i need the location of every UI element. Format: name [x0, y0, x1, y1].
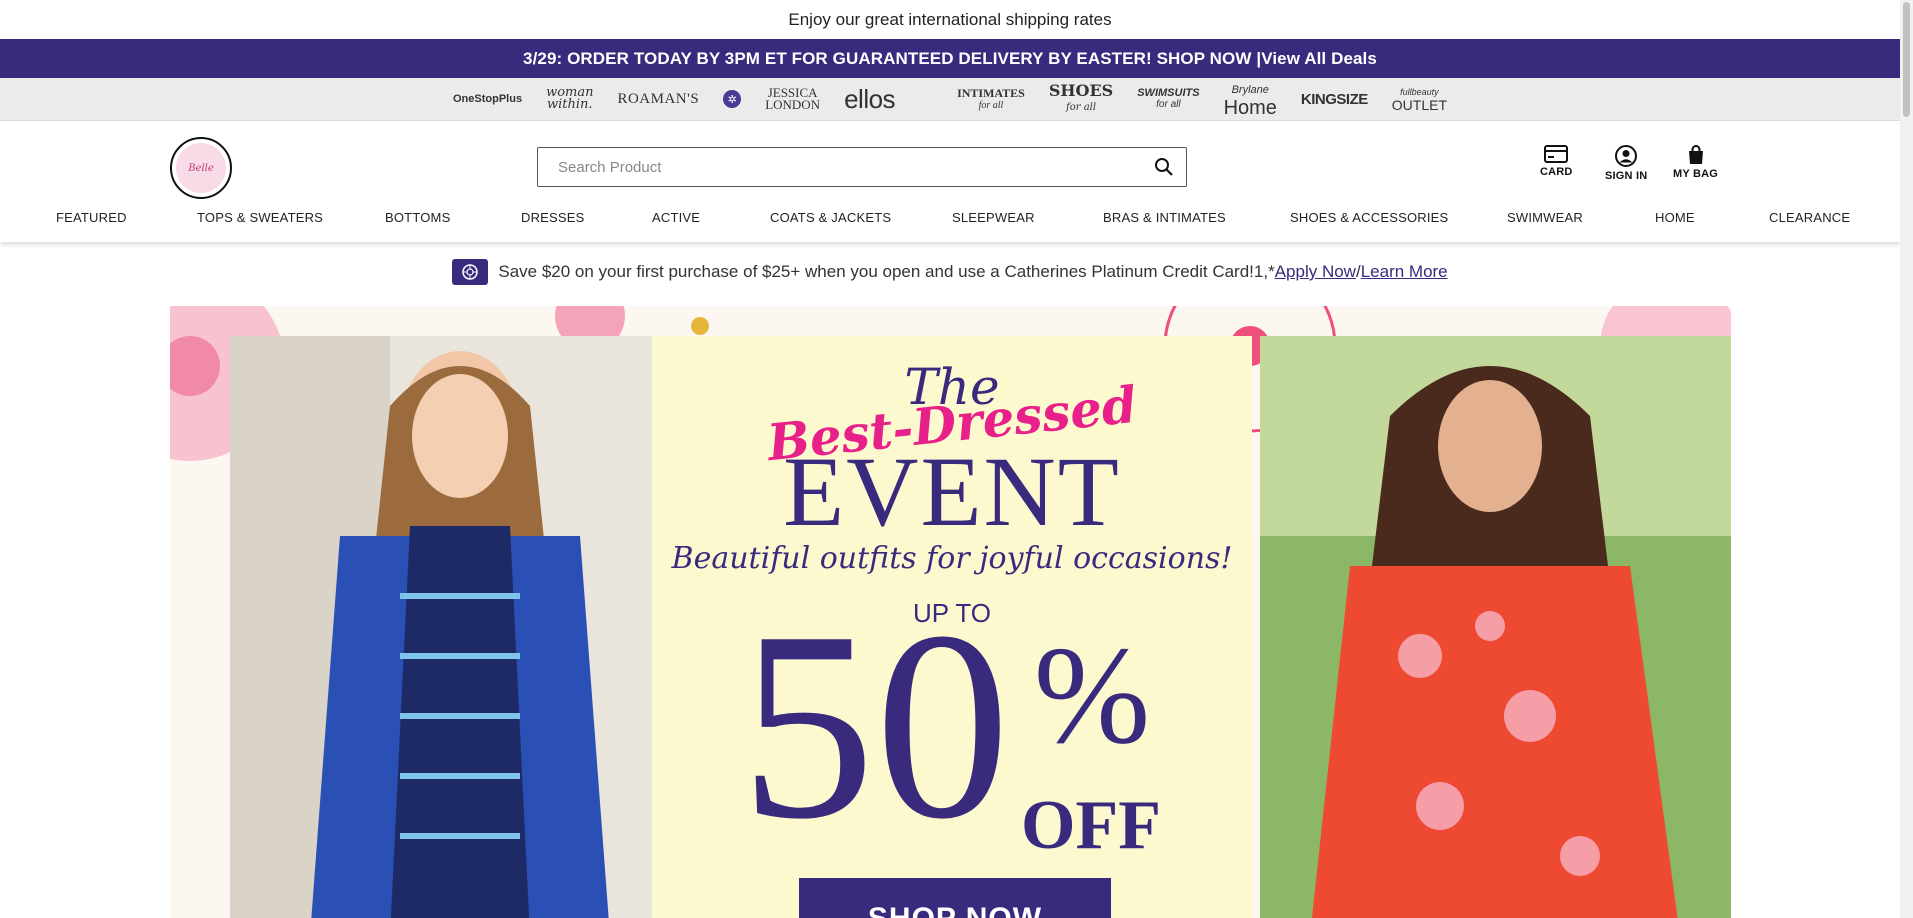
search-icon: [1155, 158, 1173, 176]
card-label: CARD: [1540, 166, 1573, 178]
brand-bar: OneStopPlus woman within. ROAMAN'S ✲ JESS…: [0, 78, 1900, 121]
brand-woman-within-line2: within.: [546, 97, 593, 112]
nav-swimwear[interactable]: SWIMWEAR: [1507, 210, 1583, 225]
brand-shoes-line2: for all: [1066, 101, 1097, 113]
nav-sleepwear[interactable]: SLEEPWEAR: [952, 210, 1035, 225]
site-header: Belle CARD SIGN IN MY BAG FEATURED TOPS …: [0, 121, 1900, 242]
sign-in-button[interactable]: SIGN IN: [1605, 145, 1647, 182]
user-icon: [1615, 145, 1638, 167]
card-button[interactable]: CARD: [1540, 145, 1573, 178]
brand-jessica-london-line2: LONDON: [765, 97, 821, 112]
hero-offer-panel: The Best-Dressed EVENT Beautiful outfits…: [652, 336, 1252, 918]
brand-catherines-icon[interactable]: ✲: [723, 90, 742, 108]
credit-card-offer-icon: [452, 259, 489, 285]
scrollbar-thumb[interactable]: [1903, 2, 1910, 117]
shop-now-button[interactable]: SHOP NOW: [799, 878, 1111, 918]
nav-coats-jackets[interactable]: COATS & JACKETS: [770, 210, 891, 225]
brand-intimates-line2: for all: [978, 99, 1004, 111]
promo-text[interactable]: 3/29: ORDER TODAY BY 3PM ET FOR GUARANTE…: [523, 49, 1261, 69]
hero-percent: %: [1033, 618, 1151, 773]
nav-tops-sweaters[interactable]: TOPS & SWEATERS: [197, 210, 323, 225]
nav-clearance[interactable]: CLEARANCE: [1769, 210, 1850, 225]
learn-more-link[interactable]: Learn More: [1361, 262, 1448, 282]
brand-jessica-london[interactable]: JESSICA LONDON: [765, 86, 821, 112]
search-input[interactable]: [538, 148, 1142, 186]
apply-now-link[interactable]: Apply Now: [1275, 262, 1356, 282]
brand-shoes-for-all[interactable]: SHOES for all: [1048, 80, 1114, 115]
main-nav: FEATURED TOPS & SWEATERS BOTTOMS DRESSES…: [0, 199, 1900, 235]
shipping-message: Enjoy our great international shipping r…: [0, 0, 1900, 39]
search-box: [537, 147, 1187, 187]
logo-text: Belle: [176, 143, 226, 193]
page-scrollbar[interactable]: [1900, 0, 1913, 918]
nav-shoes-accessories[interactable]: SHOES & ACCESSORIES: [1290, 210, 1448, 225]
brand-brylane-line2: Home: [1223, 97, 1277, 119]
brand-swimsuits-for-all[interactable]: SWIMSUITS for all: [1137, 87, 1200, 111]
credit-card-offer: Save $20 on your first purchase of $25+ …: [0, 257, 1900, 287]
view-all-deals-link[interactable]: View All Deals: [1261, 49, 1377, 69]
nav-dresses[interactable]: DRESSES: [521, 210, 585, 225]
hero-event: EVENT: [783, 436, 1121, 547]
search-button[interactable]: [1142, 148, 1186, 186]
brand-brylane-home[interactable]: Brylane Home: [1223, 81, 1277, 119]
my-bag-button[interactable]: MY BAG: [1673, 145, 1718, 180]
brand-swimsuits-line1: SWIMSUITS: [1137, 87, 1200, 99]
nav-bras-intimates[interactable]: BRAS & INTIMATES: [1103, 210, 1226, 225]
nav-home[interactable]: HOME: [1655, 210, 1695, 225]
model-photo-left: [230, 336, 695, 918]
brand-swimsuits-line2: for all: [1156, 99, 1181, 110]
hero-subtitle: Beautiful outfits for joyful occasions!: [671, 541, 1233, 576]
credit-card-icon: [1544, 145, 1569, 163]
brand-intimates-for-all[interactable]: INTIMATES for all: [957, 85, 1025, 111]
promo-banner[interactable]: 3/29: ORDER TODAY BY 3PM ET FOR GUARANTE…: [0, 39, 1900, 78]
hero-banner[interactable]: The Best-Dressed EVENT Beautiful outfits…: [170, 306, 1731, 918]
sign-in-label: SIGN IN: [1605, 170, 1648, 182]
nav-bottoms[interactable]: BOTTOMS: [385, 210, 450, 225]
brand-onestopplus[interactable]: OneStopPlus: [453, 93, 522, 105]
brand-shoes-line1: SHOES: [1048, 80, 1114, 100]
nav-featured[interactable]: FEATURED: [56, 210, 127, 225]
hero-fifty: 50: [740, 576, 1010, 875]
shopping-bag-icon: [1688, 145, 1703, 164]
credit-offer-text: Save $20 on your first purchase of $25+ …: [498, 262, 1275, 281]
my-bag-label: MY BAG: [1673, 168, 1719, 180]
brand-woman-within[interactable]: woman within.: [546, 86, 593, 112]
model-photo-right: [1260, 336, 1731, 918]
brand-intimates-line1: INTIMATES: [957, 85, 1025, 100]
nav-active[interactable]: ACTIVE: [652, 210, 700, 225]
brand-fullbeauty-line2: OUTLET: [1391, 97, 1447, 113]
brand-roamans[interactable]: ROAMAN'S: [617, 91, 699, 108]
brand-kingsize[interactable]: KINGSIZE: [1301, 91, 1368, 108]
brand-ellos[interactable]: ellos: [844, 84, 895, 115]
hero-off: OFF: [1021, 787, 1161, 864]
brand-fullbeauty-outlet[interactable]: fullbeauty OUTLET: [1392, 86, 1447, 112]
site-logo[interactable]: Belle: [170, 137, 232, 199]
